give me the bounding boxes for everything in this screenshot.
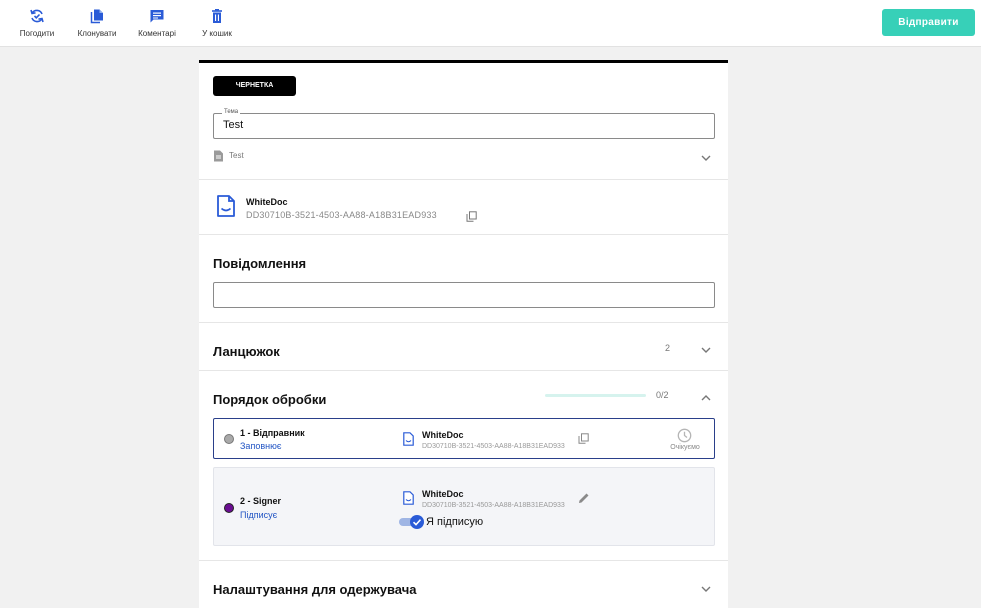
chain-title: Ланцюжок: [213, 344, 280, 359]
check-icon: [412, 519, 422, 526]
step-name: 1 - Відправник: [240, 428, 305, 438]
step-role[interactable]: Підписує: [240, 510, 277, 520]
edit-pencil-icon[interactable]: [578, 492, 590, 504]
copy-icon[interactable]: [578, 433, 589, 444]
message-section: Повідомлення: [199, 235, 728, 323]
file-id: DD30710B-3521-4503-AA88-A18B31EAD933: [246, 210, 437, 220]
step-file-id: DD30710B-3521-4503-AA88-A18B31EAD933: [422, 502, 565, 509]
step-status: Очікуємо: [670, 444, 700, 451]
message-title: Повідомлення: [213, 256, 307, 271]
processing-section: Порядок обробки 0/2 1 - Відправник Запов…: [199, 371, 728, 561]
file-icon: [403, 432, 414, 446]
clone-label: Клонувати: [77, 29, 117, 38]
step-file-id: DD30710B-3521-4503-AA88-A18B31EAD933: [422, 443, 565, 450]
trash-label: У кошик: [202, 29, 232, 38]
subject-input[interactable]: [223, 119, 703, 131]
subject-field[interactable]: Тема: [213, 109, 715, 139]
file-icon: [217, 195, 235, 217]
clock-icon: [677, 428, 692, 443]
progress-bar: [545, 394, 646, 397]
recipient-settings-title: Налаштування для одержувача: [213, 582, 417, 597]
recipient-settings-section[interactable]: Налаштування для одержувача: [199, 561, 728, 608]
trash-icon: [212, 9, 222, 23]
step-role[interactable]: Заповнює: [240, 441, 281, 451]
clone-icon: [90, 9, 103, 24]
file-section: WhiteDoc DD30710B-3521-4503-AA88-A18B31E…: [199, 180, 728, 235]
step-file-name: WhiteDoc: [422, 430, 464, 440]
chevron-down-icon[interactable]: [700, 152, 712, 164]
comments-button[interactable]: Коментарі: [127, 8, 187, 38]
approve-button[interactable]: Погодити: [7, 8, 67, 38]
document-title: Test: [229, 151, 244, 160]
sign-label: Я підписую: [426, 516, 484, 528]
file-name: WhiteDoc: [246, 197, 288, 207]
document-header-section: ЧЕРНЕТКА Тема Test: [199, 63, 728, 180]
step-status-dot: [224, 503, 234, 513]
clone-button[interactable]: Клонувати: [67, 8, 127, 38]
message-input[interactable]: [213, 282, 715, 308]
step-file-name: WhiteDoc: [422, 489, 464, 499]
comments-label: Коментарі: [138, 29, 176, 38]
trash-button[interactable]: У кошик: [187, 8, 247, 38]
processing-title: Порядок обробки: [213, 392, 327, 407]
chevron-down-icon[interactable]: [700, 583, 712, 595]
approve-icon: [30, 9, 44, 23]
step-status-dot: [224, 434, 234, 444]
approve-label: Погодити: [19, 29, 55, 38]
chevron-down-icon[interactable]: [700, 344, 712, 356]
chevron-up-icon[interactable]: [700, 392, 712, 404]
file-icon: [403, 491, 414, 505]
send-button[interactable]: Відправити: [882, 9, 975, 36]
sign-toggle[interactable]: [399, 515, 425, 529]
step-name: 2 - Signer: [240, 496, 282, 506]
toggle-thumb: [410, 515, 424, 529]
document-card: ЧЕРНЕТКА Тема Test WhiteDoc DD30710B-352…: [199, 60, 728, 608]
step-card[interactable]: 2 - Signer Підписує WhiteDoc DD30710B-35…: [213, 467, 715, 546]
copy-icon[interactable]: [466, 211, 477, 222]
chain-section[interactable]: Ланцюжок 2: [199, 323, 728, 371]
subject-legend: Тема: [222, 109, 241, 115]
step-card[interactable]: 1 - Відправник Заповнює WhiteDoc DD30710…: [213, 418, 715, 459]
status-badge: ЧЕРНЕТКА: [213, 76, 296, 96]
chain-count: 2: [665, 343, 671, 353]
comment-icon: [150, 10, 164, 23]
progress-count: 0/2: [656, 390, 669, 400]
toolbar: Погодити Клонувати Коментарі У кошик Від…: [0, 0, 981, 47]
document-icon: [214, 150, 223, 162]
